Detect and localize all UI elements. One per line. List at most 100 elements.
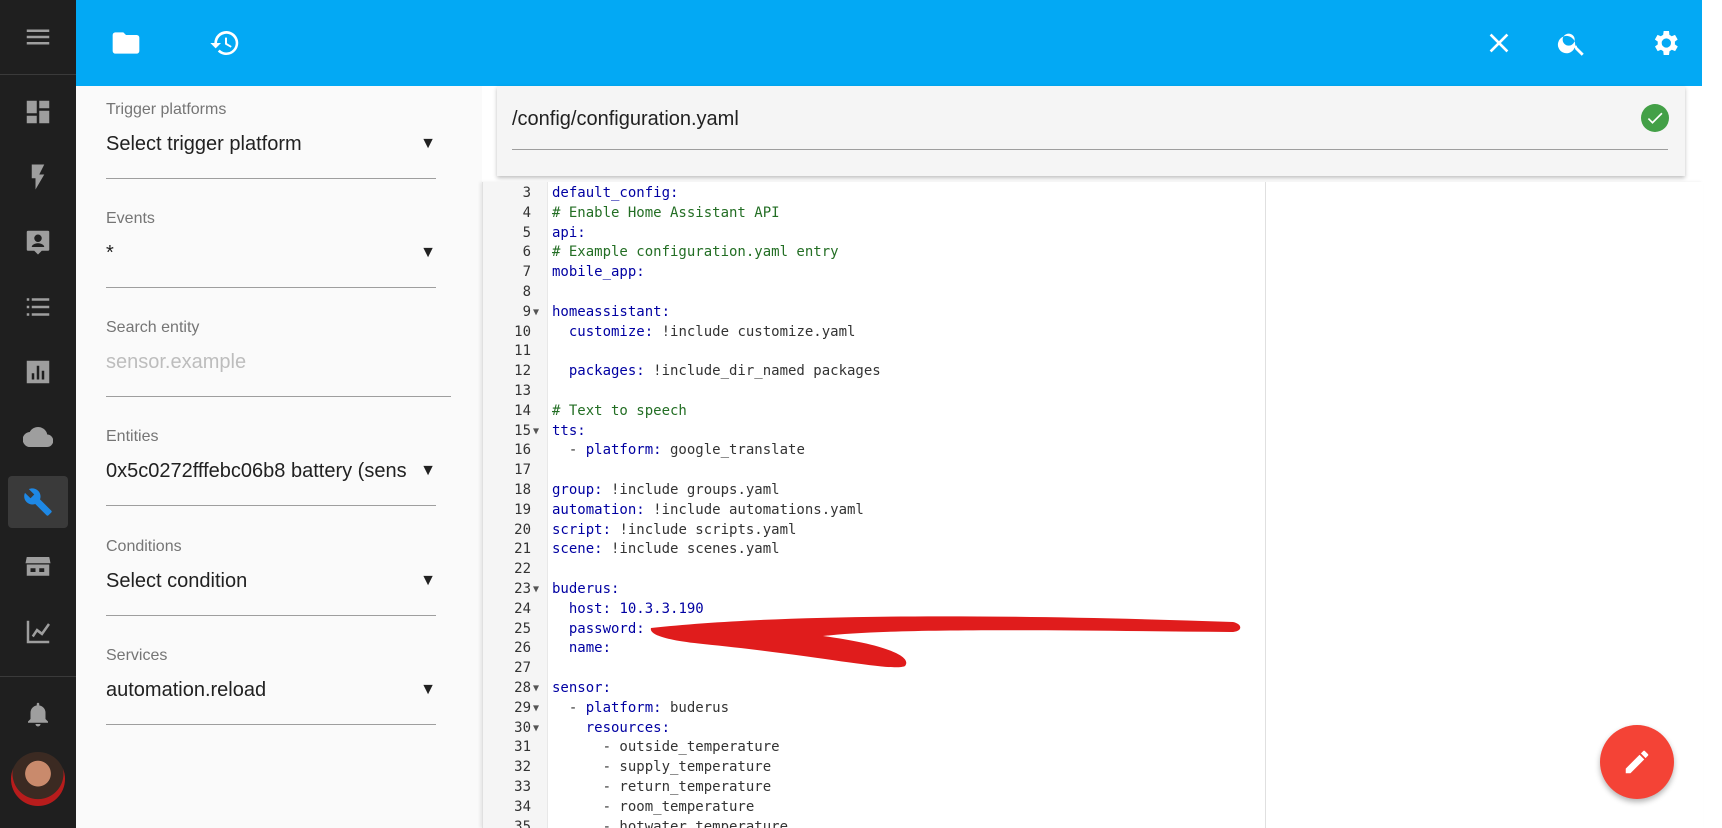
code-text: resources: (552, 719, 671, 736)
selected-value: Select trigger platform (106, 133, 302, 155)
cloud-icon[interactable] (8, 411, 68, 463)
code-line[interactable]: 14 # Text to speech (483, 402, 1263, 422)
code-line[interactable]: 8 (483, 283, 1263, 303)
code-line[interactable]: 17 (483, 461, 1263, 481)
code-line[interactable]: 5 api: (483, 224, 1263, 244)
fold-toggle-icon[interactable]: ▼ (533, 719, 539, 739)
list-icon[interactable] (8, 281, 68, 333)
events-select[interactable]: Events * ▼ (106, 210, 436, 288)
hacs-store-icon[interactable] (8, 541, 68, 593)
dropdown-arrow-icon[interactable]: ▼ (420, 135, 436, 153)
dropdown-arrow-icon[interactable]: ▼ (420, 572, 436, 590)
window-edge (1702, 0, 1722, 828)
line-number: 13 (514, 383, 531, 399)
menu-icon[interactable] (8, 11, 68, 63)
chart-bar-icon[interactable] (8, 346, 68, 398)
conditions-select[interactable]: Conditions Select condition ▼ (106, 538, 436, 616)
user-avatar[interactable] (11, 752, 65, 806)
pencil-icon (1625, 750, 1649, 774)
search-icon[interactable] (1551, 22, 1593, 64)
code-line[interactable]: 21 scene: !include scenes.yaml (483, 540, 1263, 560)
line-number: 24 (514, 600, 531, 617)
sidebar (0, 0, 76, 828)
field-label: Entities (106, 428, 159, 445)
underline (106, 505, 436, 506)
code-text: # Enable Home Assistant API (552, 204, 780, 221)
code-text: - platform: google_translate (552, 442, 805, 459)
code-text: - outside_temperature (552, 739, 780, 756)
underline (106, 615, 436, 616)
line-number: 28 (514, 680, 531, 696)
code-line[interactable]: 29 ▼ - platform: buderus (483, 699, 1263, 719)
file-path[interactable]: /config/configuration.yaml (512, 108, 739, 131)
selected-value: * (106, 242, 114, 264)
code-line[interactable]: 10 customize: !include customize.yaml (483, 323, 1263, 343)
fold-toggle-icon[interactable]: ▼ (533, 679, 539, 699)
code-line[interactable]: 9 ▼ homeassistant: (483, 303, 1263, 323)
fold-toggle-icon[interactable]: ▼ (533, 699, 539, 719)
line-number: 26 (514, 640, 531, 657)
code-line[interactable]: 32 - supply_temperature (483, 758, 1263, 778)
helper-panel: Trigger platforms Select trigger platfor… (76, 86, 482, 828)
dropdown-arrow-icon[interactable]: ▼ (420, 681, 436, 699)
fold-toggle-icon[interactable]: ▼ (533, 422, 539, 442)
file-path-card: /config/configuration.yaml (497, 86, 1685, 176)
entities-select[interactable]: Entities 0x5c0272fffebc06b8 battery (sen… (106, 428, 436, 506)
code-line[interactable]: 12 packages: !include_dir_named packages (483, 362, 1263, 382)
line-number: 19 (514, 501, 531, 518)
redaction-mark (650, 616, 1241, 668)
code-line[interactable]: 30 ▼ resources: (483, 719, 1263, 739)
code-line[interactable]: 35 - hotwater_temperature (483, 818, 1263, 828)
code-text: buderus: (552, 581, 620, 597)
line-number: 31 (514, 739, 531, 756)
line-number: 6 (522, 244, 531, 261)
code-line[interactable]: 4 # Enable Home Assistant API (483, 204, 1263, 224)
flash-icon[interactable] (8, 151, 68, 203)
code-line[interactable]: 33 - return_temperature (483, 778, 1263, 798)
search-entity-input[interactable]: Search entity sensor.example (106, 319, 451, 397)
code-line[interactable]: 3 default_config: (483, 184, 1263, 204)
line-number: 34 (514, 798, 531, 815)
code-editor[interactable]: 3 default_config: 4 # Enable Home Assistant… (482, 182, 1703, 828)
line-number: 18 (514, 482, 531, 498)
settings-icon[interactable] (1644, 22, 1686, 64)
code-line[interactable]: 22 (483, 560, 1263, 580)
trigger-platform-select[interactable]: Trigger platforms Select trigger platfor… (106, 101, 436, 179)
dashboard-icon[interactable] (8, 86, 68, 138)
chart-line-icon[interactable] (8, 606, 68, 658)
code-line[interactable]: 20 script: !include scripts.yaml (483, 521, 1263, 541)
code-line[interactable]: 19 automation: !include automations.yaml (483, 501, 1263, 521)
dropdown-arrow-icon[interactable]: ▼ (420, 462, 436, 480)
code-line[interactable]: 34 - room_temperature (483, 798, 1263, 818)
code-line[interactable]: 11 (483, 342, 1263, 362)
folder-icon[interactable] (105, 22, 147, 64)
code-line[interactable]: 7 mobile_app: (483, 263, 1263, 283)
line-number: 15 (514, 422, 531, 439)
line-number: 22 (514, 561, 531, 578)
dropdown-arrow-icon[interactable]: ▼ (420, 244, 436, 262)
history-icon[interactable] (204, 22, 246, 64)
code-line[interactable]: 6 # Example configuration.yaml entry (483, 243, 1263, 263)
code-line[interactable]: 16 - platform: google_translate (483, 441, 1263, 461)
line-number: 4 (522, 204, 531, 221)
fold-toggle-icon[interactable]: ▼ (533, 303, 539, 323)
code-line[interactable]: 31 - outside_temperature (483, 738, 1263, 758)
account-box-icon[interactable] (8, 216, 68, 268)
selected-value: Select condition (106, 570, 248, 592)
wrench-icon[interactable] (8, 476, 68, 528)
line-number: 8 (522, 284, 531, 300)
code-line[interactable]: 13 (483, 382, 1263, 402)
code-line[interactable]: 18 group: !include groups.yaml (483, 481, 1263, 501)
code-text: mobile_app: (552, 264, 645, 281)
close-icon[interactable] (1478, 22, 1520, 64)
underline (512, 149, 1668, 150)
bell-icon[interactable] (8, 688, 68, 740)
edit-fab-button[interactable] (1600, 725, 1674, 799)
code-line[interactable]: 23 ▼ buderus: (483, 580, 1263, 600)
code-text: automation: !include automations.yaml (552, 501, 864, 518)
fold-toggle-icon[interactable]: ▼ (533, 580, 539, 600)
code-line[interactable]: 15 ▼ tts: (483, 422, 1263, 442)
line-number: 29 (514, 699, 531, 716)
services-select[interactable]: Services automation.reload ▼ (106, 647, 436, 725)
line-number: 16 (514, 442, 531, 459)
